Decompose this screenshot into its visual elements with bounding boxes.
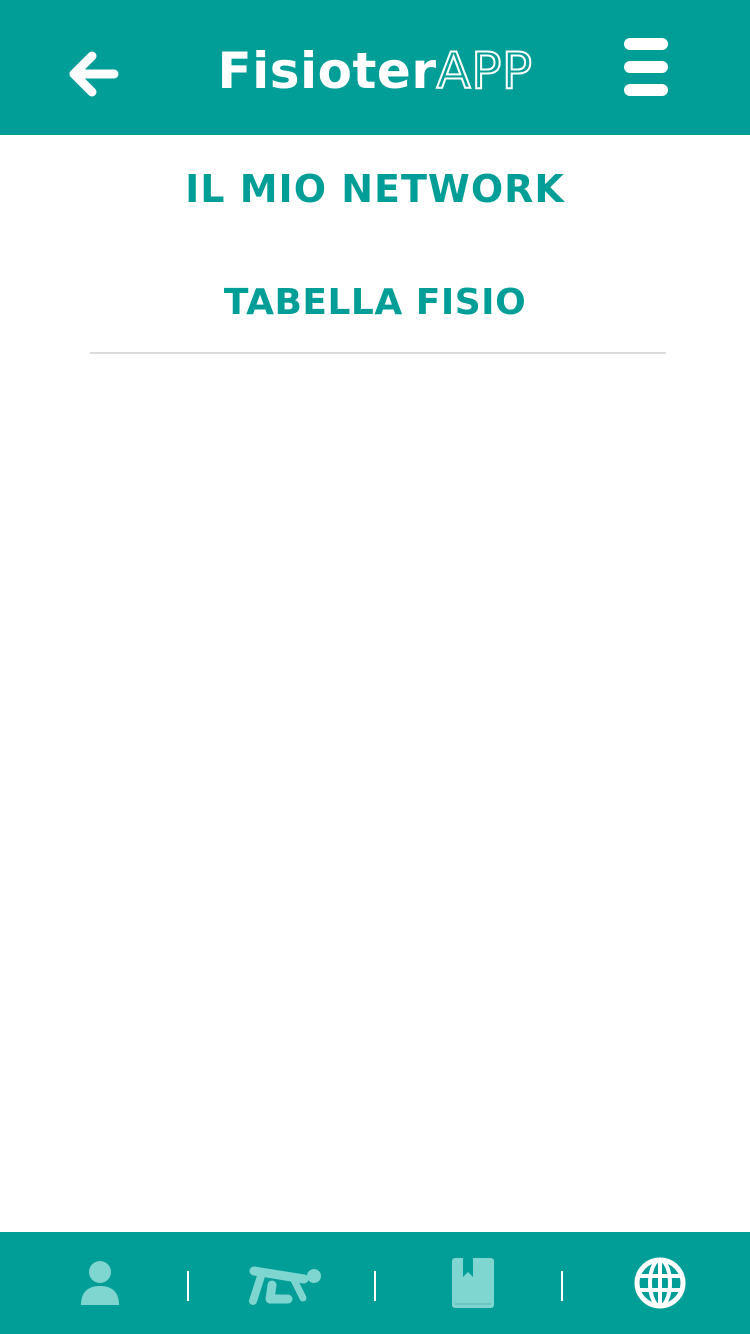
page-title: IL MIO NETWORK <box>185 167 565 211</box>
nav-item-profile[interactable] <box>50 1232 150 1334</box>
nav-separator <box>374 1271 376 1301</box>
section-title: TABELLA FISIO <box>223 282 527 323</box>
nav-item-exercises[interactable] <box>236 1232 336 1334</box>
logo-text-solid: Fisioter <box>217 42 437 100</box>
nav-separator <box>187 1271 189 1301</box>
user-icon <box>81 1261 119 1305</box>
exercise-icon <box>249 1266 321 1305</box>
divider <box>90 352 666 354</box>
bookmark-book-icon <box>452 1258 494 1308</box>
nav-item-library[interactable] <box>423 1232 523 1334</box>
globe-icon <box>634 1257 686 1309</box>
nav-separator <box>561 1271 563 1301</box>
bottom-navigation <box>0 1232 750 1334</box>
nav-item-network[interactable] <box>610 1232 710 1334</box>
app-header: FisioterAPP <box>0 0 750 135</box>
logo-text-outline: APP <box>435 41 533 101</box>
menu-button[interactable] <box>616 34 676 100</box>
